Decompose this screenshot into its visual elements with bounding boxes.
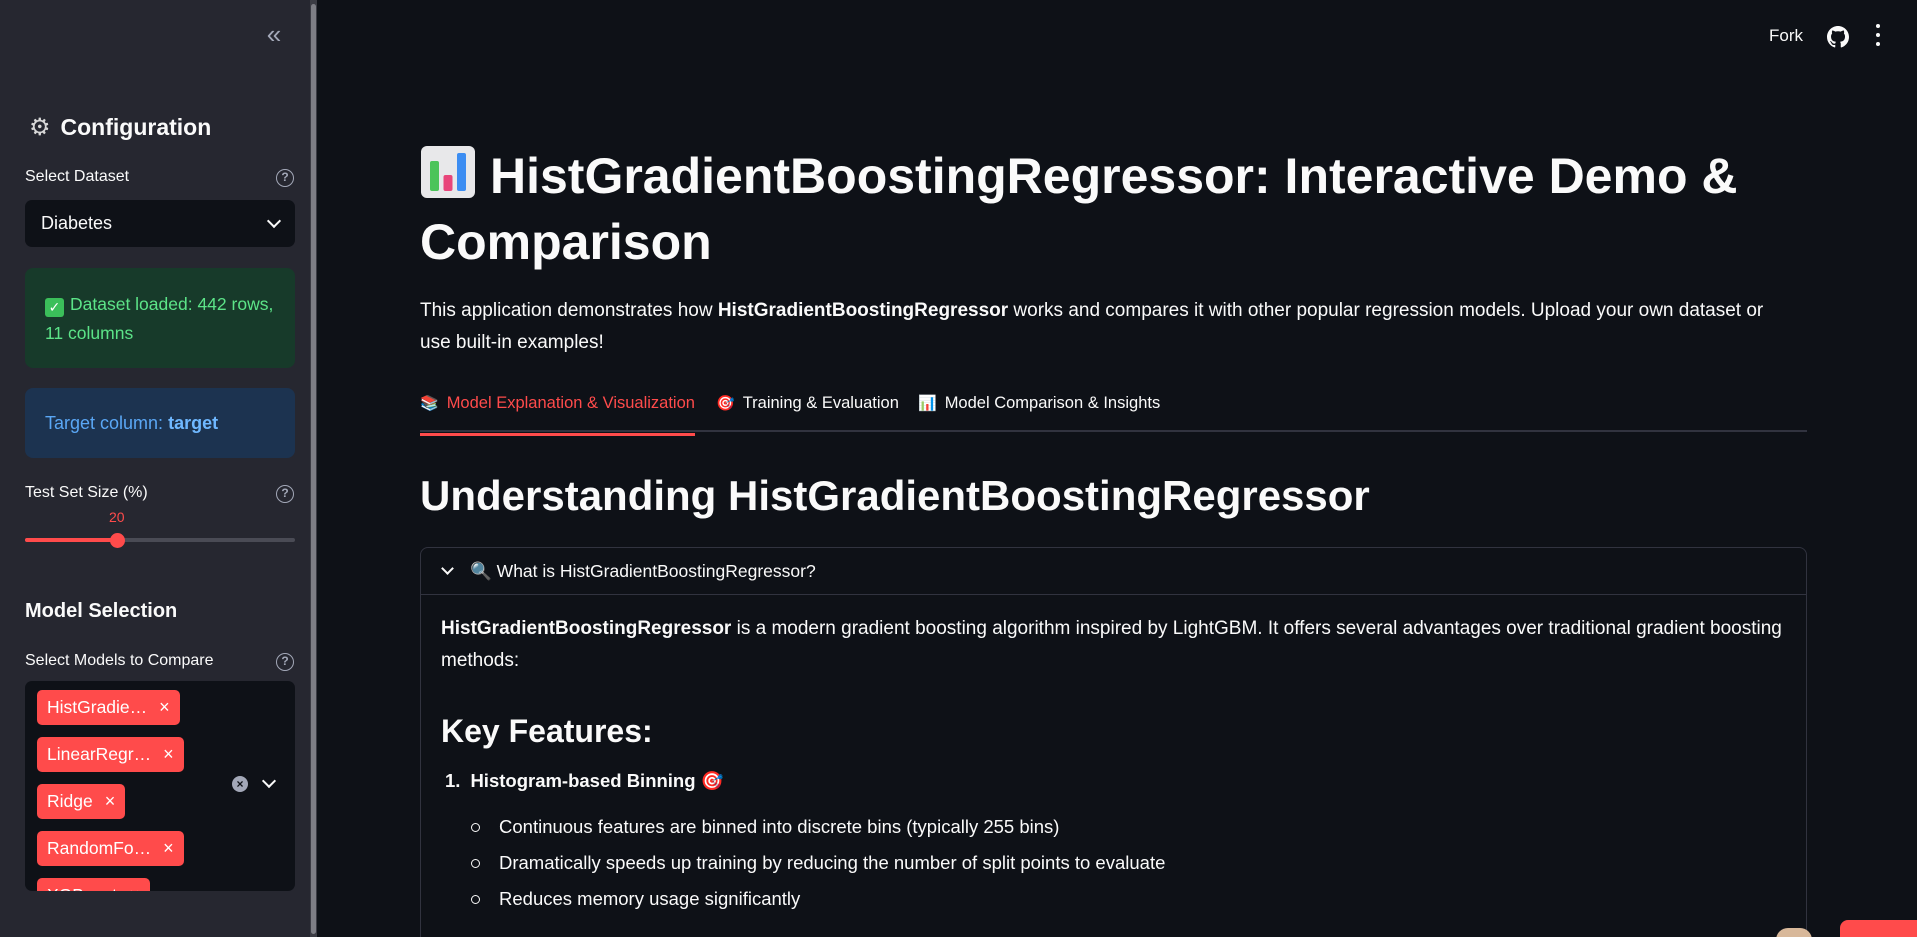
target-column-prefix: Target column:: [45, 413, 164, 433]
page-title: HistGradientBoostingRegressor: Interacti…: [420, 143, 1820, 275]
tab-label: Training & Evaluation: [742, 394, 899, 412]
test-size-slider[interactable]: [25, 533, 295, 548]
model-tag[interactable]: HistGradie… ×: [37, 690, 180, 725]
scrollbar-thumb[interactable]: [311, 4, 316, 934]
slider-handle[interactable]: [110, 533, 125, 548]
sub-list: Continuous features are binned into disc…: [471, 809, 1786, 917]
close-icon[interactable]: ×: [129, 878, 140, 891]
expander-body: HistGradientBoostingRegressor is a moder…: [421, 595, 1806, 935]
models-label: Select Models to Compare: [25, 652, 214, 669]
list-item-title: Histogram-based Binning 🎯: [470, 765, 723, 797]
close-icon[interactable]: ×: [163, 831, 174, 866]
intro-text: This application demonstrates how: [420, 300, 718, 321]
dataset-loaded-alert: ✓ Dataset loaded: 442 rows, 11 columns: [25, 268, 295, 368]
chevron-down-icon: [266, 213, 282, 229]
github-icon[interactable]: [1827, 26, 1849, 48]
expander-paragraph: HistGradientBoostingRegressor is a moder…: [441, 613, 1786, 677]
check-icon: ✓: [45, 298, 64, 317]
avatar[interactable]: [1776, 928, 1812, 937]
help-icon[interactable]: ?: [276, 485, 294, 503]
help-icon[interactable]: ?: [276, 169, 294, 187]
paragraph-bold: HistGradientBoostingRegressor: [441, 618, 732, 639]
list-item: 1. Histogram-based Binning 🎯: [445, 765, 1786, 797]
models-multiselect[interactable]: HistGradie… × LinearRegr… × Ridge × RandomF…: [25, 681, 295, 891]
model-tag[interactable]: LinearRegr… ×: [37, 737, 184, 772]
list-item: Continuous features are binned into disc…: [471, 809, 1786, 845]
intro-bold: HistGradientBoostingRegressor: [717, 300, 1009, 321]
magnifier-icon: 🔍: [470, 560, 492, 581]
list-item: Dramatically speeds up training by reduc…: [471, 845, 1786, 881]
tab-model-explanation[interactable]: 📚 Model Explanation & Visualization: [420, 394, 695, 436]
expander-header[interactable]: 🔍 What is HistGradientBoostingRegressor?: [421, 548, 1806, 595]
books-icon: 📚: [420, 395, 439, 412]
model-tag[interactable]: XGBoost ×: [37, 878, 150, 891]
fork-button[interactable]: Fork: [1769, 26, 1803, 46]
features-heading: Key Features:: [441, 713, 653, 749]
expander: 🔍 What is HistGradientBoostingRegressor?…: [420, 547, 1807, 937]
dataset-label: Select Dataset: [25, 168, 130, 185]
tab-label: Model Comparison & Insights: [944, 394, 1161, 412]
tab-label: Model Explanation & Visualization: [446, 394, 695, 412]
list-item: Reduces memory usage significantly: [471, 881, 1786, 917]
model-tag-label: LinearRegr…: [47, 744, 152, 764]
tab-model-comparison[interactable]: 📊 Model Comparison & Insights: [918, 394, 1160, 432]
dataset-select[interactable]: Diabetes: [25, 200, 295, 247]
model-tag[interactable]: Ridge ×: [37, 784, 126, 819]
expander-title-text: What is HistGradientBoostingRegressor?: [496, 560, 816, 581]
help-icon[interactable]: ?: [276, 653, 294, 671]
target-icon: 🎯: [716, 395, 735, 412]
expander-title: 🔍 What is HistGradientBoostingRegressor?: [470, 561, 816, 582]
model-tag-label: HistGradie…: [47, 697, 148, 717]
model-tag-label: RandomFo…: [47, 838, 152, 858]
tab-bar: 📚 Model Explanation & Visualization 🎯 Trai…: [420, 390, 1807, 436]
sidebar-scrollbar[interactable]: [310, 0, 317, 937]
bar-chart-icon: 📊: [918, 395, 937, 412]
close-icon[interactable]: ×: [163, 737, 174, 772]
slider-fill: [25, 538, 117, 542]
test-size-label: Test Set Size (%): [25, 484, 148, 501]
page-title-text: HistGradientBoostingRegressor: Interacti…: [420, 148, 1738, 270]
dataset-select-value: Diabetes: [41, 213, 113, 233]
clear-all-icon[interactable]: ×: [232, 776, 248, 792]
sidebar-title-text: Configuration: [60, 114, 212, 140]
close-icon[interactable]: ×: [159, 690, 170, 725]
close-icon[interactable]: ×: [105, 784, 116, 819]
sidebar-title: ⚙ Configuration: [29, 113, 211, 142]
target-column-alert: Target column: target: [25, 388, 295, 458]
target-column-value: target: [168, 413, 219, 433]
model-tag[interactable]: RandomFo… ×: [37, 831, 184, 866]
gear-icon: ⚙: [29, 114, 51, 141]
kebab-menu-icon[interactable]: [1875, 24, 1881, 46]
tab-training-evaluation[interactable]: 🎯 Training & Evaluation: [716, 394, 899, 432]
section-title: Understanding HistGradientBoostingRegres…: [420, 472, 1370, 519]
chevrons-left-icon[interactable]: «: [262, 21, 286, 47]
manage-app-button[interactable]: [1840, 920, 1917, 937]
test-size-value: 20: [109, 509, 125, 525]
list-item-title-text: Histogram-based Binning: [470, 770, 696, 791]
target-icon: 🎯: [700, 770, 724, 791]
chevron-down-icon[interactable]: [261, 773, 277, 789]
model-selection-title: Model Selection: [25, 600, 178, 622]
dataset-loaded-text: Dataset loaded: 442 rows, 11 columns: [45, 294, 274, 343]
model-tag-label: XGBoost: [47, 878, 117, 891]
intro-paragraph: This application demonstrates how HistGr…: [420, 295, 1790, 359]
chevron-down-icon: [441, 562, 454, 575]
sidebar: « ⚙ Configuration Select Dataset ? Diabe…: [0, 0, 316, 937]
list-number: 1.: [445, 770, 461, 791]
bar-chart-icon: [421, 146, 475, 198]
model-tag-label: Ridge: [47, 791, 93, 811]
